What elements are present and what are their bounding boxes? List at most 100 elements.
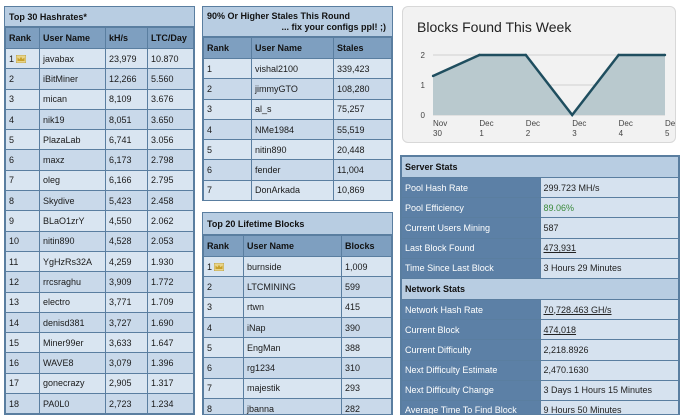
lifetime-cell-rank: 3 — [203, 296, 244, 318]
hashrate-row: 14 denisd381 3,727 1.690 — [5, 311, 194, 334]
stales-cell-text: 2 — [207, 83, 213, 94]
hashrate-row: 4 nik19 8,051 3.650 — [5, 108, 194, 131]
lifetime-cell-rank: 4 — [203, 316, 244, 339]
stales-row: 7 DonArkada 10,869 — [203, 179, 392, 200]
hashrate-cell-text: 1.317 — [151, 378, 174, 389]
hashrate-cell-text: 8 — [9, 195, 15, 206]
hashrate-cell-kh-s: 3,633 — [105, 332, 148, 354]
lifetime-cell-text: EngMan — [247, 342, 281, 353]
hashrate-cell-user-name: javabax — [39, 47, 106, 70]
hashrate-cell-text: 3,909 — [109, 276, 132, 287]
lifetime-blocks-title: Top 20 Lifetime Blocks — [203, 213, 392, 235]
lifetime-cell-text: 1,009 — [345, 261, 368, 272]
hashrate-cell-ltc-day: 1.690 — [147, 311, 194, 334]
stales-cell-text: 75,257 — [337, 104, 365, 115]
hashrate-cell-text: 11 — [9, 256, 19, 267]
lifetime-cell-blocks: 1,009 — [341, 255, 392, 278]
hashrate-cell-text: 2,723 — [109, 398, 132, 409]
lifetime-cell-rank: 1 — [203, 255, 244, 278]
stat-value-link[interactable]: 474,018 — [539, 319, 679, 341]
hashrate-row: 18 PA0L0 2,723 1.234 — [5, 393, 194, 414]
hashrate-cell-ltc-day: 5.560 — [147, 68, 194, 90]
top-hashrates-panel: Top 30 Hashrates* Rank User Name kH/s LTC/D… — [4, 6, 195, 415]
stat-row: Pool Hash Rate 299.723 MH/s — [401, 176, 679, 199]
chart-point — [571, 113, 574, 117]
stales-cell-text: 1 — [207, 63, 213, 74]
stales-cell-user-name: jimmyGTO — [251, 78, 334, 100]
lifetime-cell-rank: 5 — [203, 337, 244, 359]
hashrate-cell-text: 6,166 — [109, 175, 132, 186]
stales-cell-rank: 4 — [203, 118, 252, 141]
hashrate-cell-user-name: electro — [39, 291, 106, 313]
hashrate-row: 2 iBitMiner 12,266 5.560 — [5, 68, 194, 90]
lifetime-cell-text: 3 — [207, 302, 213, 313]
lifetime-cell-text: 2 — [207, 281, 213, 292]
hashrate-row: 1 javabax 23,979 10.870 — [5, 47, 194, 70]
top-hashrates-table: Rank User Name kH/s LTC/Day 1 javabax 23,979 1… — [5, 27, 194, 414]
hashrate-row: 8 Skydive 5,423 2.458 — [5, 190, 194, 212]
lifetime-cell-blocks: 310 — [341, 357, 392, 379]
stat-label: Current Difficulty — [401, 339, 541, 361]
stat-row: Next Difficulty Estimate 2,470.1630 — [401, 359, 679, 381]
stales-row: 4 NMe1984 55,519 — [203, 118, 392, 141]
chart-x-tick: 3 — [572, 129, 577, 138]
hashrate-cell-text: 6 — [9, 155, 15, 166]
stales-cell-stales: 11,004 — [333, 159, 392, 181]
chart-point — [663, 53, 667, 57]
lifetime-cell-rank: 8 — [203, 398, 244, 414]
lifetime-cell-text: 388 — [345, 342, 361, 353]
hashrate-cell-user-name: oleg — [39, 169, 106, 192]
hashrate-cell-user-name: gonecrazy — [39, 372, 106, 395]
stat-value-link[interactable]: 70,728.463 GH/s — [539, 298, 679, 321]
lifetime-cell-user-name: majestik — [243, 377, 342, 400]
lifetime-cell-blocks: 293 — [341, 377, 392, 400]
stats-panel: Server Stats Pool Hash Rate 299.723 MH/s Po… — [400, 155, 680, 415]
hashrate-cell-text: YgHzRs32A — [43, 256, 93, 267]
hashrate-cell-ltc-day: 1.317 — [147, 372, 194, 395]
stat-value: 9 Hours 50 Minutes — [539, 399, 679, 414]
lifetime-cell-rank: 7 — [203, 377, 244, 400]
stales-cell-rank: 5 — [203, 139, 252, 161]
lifetime-cell-blocks: 415 — [341, 296, 392, 318]
stat-row: Next Difficulty Change 3 Days 1 Hours 15 … — [401, 379, 679, 401]
lifetime-cell-text: 6 — [207, 363, 213, 374]
hashrate-cell-text: 18 — [9, 398, 20, 409]
lifetime-row: 8 jbanna 282 — [203, 398, 392, 414]
server-stats-title: Server Stats — [401, 156, 679, 178]
hashrate-cell-text: 3,079 — [109, 358, 132, 369]
lifetime-cell-rank: 6 — [203, 357, 244, 379]
hashrate-cell-text: 1 — [9, 53, 15, 64]
stales-cell-text: 4 — [207, 124, 213, 135]
hashrate-cell-rank: 7 — [5, 169, 40, 192]
network-stats-section: Network Stats — [401, 277, 679, 300]
hashrate-cell-text: nitin890 — [43, 236, 75, 247]
hashrate-cell-ltc-day: 2.053 — [147, 230, 194, 252]
hashrate-row: 15 Miner99er 3,633 1.647 — [5, 332, 194, 354]
hashrate-cell-rank: 8 — [5, 190, 40, 212]
lifetime-row: 1 burnside 1,009 — [203, 255, 392, 278]
stat-label: Pool Hash Rate — [401, 176, 541, 199]
hashrate-cell-ltc-day: 2.795 — [147, 169, 194, 192]
stat-value-link[interactable]: 473,931 — [539, 237, 679, 259]
hashrate-cell-ltc-day: 1.709 — [147, 291, 194, 313]
hashrate-row: 5 PlazaLab 6,741 3.056 — [5, 129, 194, 151]
chart-x-tick: 5 — [665, 129, 670, 138]
crown-icon — [214, 262, 225, 271]
stales-cell-rank: 1 — [203, 57, 252, 80]
stales-cell-text: al_s — [255, 104, 272, 115]
hashrate-cell-text: 5,423 — [109, 195, 132, 206]
hashrate-cell-ltc-day: 2.062 — [147, 210, 194, 232]
hashrate-cell-text: rrcsraghu — [43, 276, 82, 287]
hashrate-cell-text: 4,528 — [109, 236, 132, 247]
hashrate-cell-text: 2.053 — [151, 236, 174, 247]
hashrate-row: 17 gonecrazy 2,905 1.317 — [5, 372, 194, 395]
stat-label: Pool Efficiency — [401, 197, 541, 219]
hashrate-cell-text: 1.396 — [151, 358, 174, 369]
hashrate-cell-text: 3,771 — [109, 297, 132, 308]
hashrate-row: 7 oleg 6,166 2.795 — [5, 169, 194, 192]
hashrate-cell-text: Miner99er — [43, 337, 84, 348]
lifetime-blocks-panel: Top 20 Lifetime Blocks Rank User Name Bloc… — [202, 212, 393, 415]
lifetime-row: 5 EngMan 388 — [203, 337, 392, 359]
hashrate-cell-text: 1.709 — [151, 297, 174, 308]
hashrate-header-kh-s: kH/s — [105, 27, 148, 49]
